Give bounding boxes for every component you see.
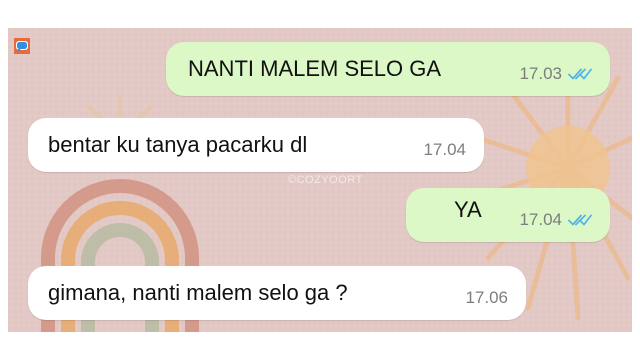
double-check-read-icon <box>568 214 592 226</box>
chat-screen: ©COZYOORT NANTI MALEM SELO GA 17.03 bent… <box>8 28 632 332</box>
message-meta: 17.06 <box>465 288 508 308</box>
message-time: 17.06 <box>465 288 508 307</box>
message-time: 17.04 <box>519 210 562 229</box>
double-check-read-icon <box>568 68 592 80</box>
message-meta: 17.04 <box>519 210 592 230</box>
message-text: gimana, nanti malem selo ga ? <box>48 280 348 305</box>
message-meta: 17.03 <box>519 64 592 84</box>
message-time: 17.03 <box>519 64 562 83</box>
message-time: 17.04 <box>423 140 466 159</box>
app-logo-icon <box>14 38 30 54</box>
chat-message-incoming[interactable]: bentar ku tanya pacarku dl 17.04 <box>28 118 484 172</box>
watermark-text: ©COZYOORT <box>288 174 363 186</box>
chat-message-outgoing[interactable]: NANTI MALEM SELO GA 17.03 <box>166 42 610 96</box>
message-text: NANTI MALEM SELO GA <box>188 56 442 81</box>
chat-message-incoming[interactable]: gimana, nanti malem selo ga ? 17.06 <box>28 266 526 320</box>
message-text: bentar ku tanya pacarku dl <box>48 132 308 157</box>
message-text: YA <box>454 197 482 222</box>
message-meta: 17.04 <box>423 140 466 160</box>
chat-message-outgoing[interactable]: YA 17.04 <box>406 188 610 242</box>
